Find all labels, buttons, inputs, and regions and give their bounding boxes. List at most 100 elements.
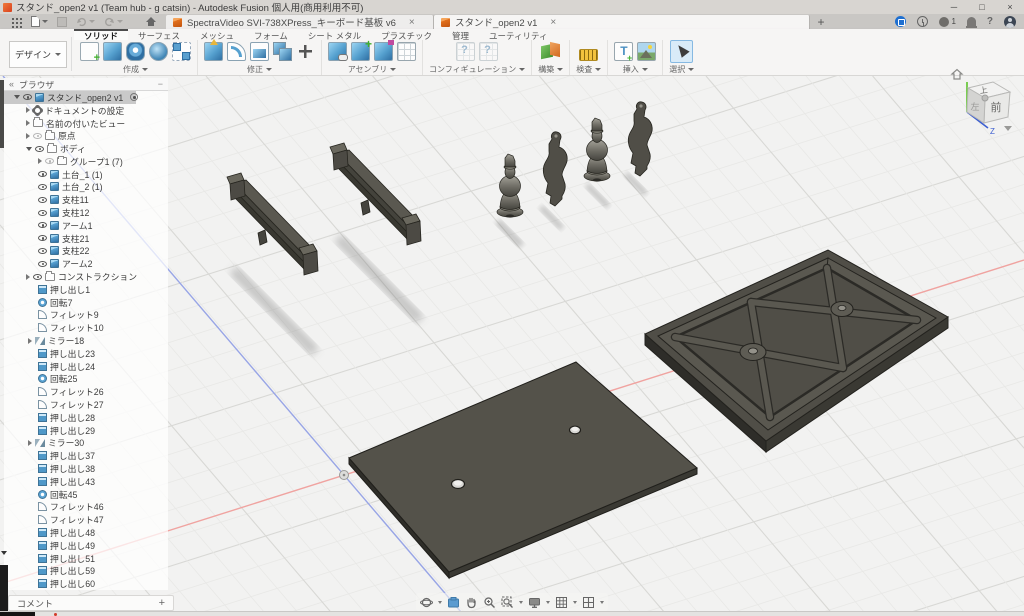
viewports-caret[interactable] xyxy=(600,601,604,604)
display-settings-icon[interactable] xyxy=(528,596,541,609)
visibility-eye-icon[interactable] xyxy=(38,184,47,190)
add-comment-button[interactable]: + xyxy=(159,597,165,609)
folder-icon[interactable] xyxy=(47,145,57,153)
feature-row[interactable]: 押し出し59 xyxy=(4,564,168,577)
extrude-icon[interactable] xyxy=(38,554,47,563)
body-icon[interactable] xyxy=(50,259,59,268)
comment-bar[interactable]: コメント + xyxy=(8,595,174,611)
visibility-eye-icon[interactable] xyxy=(33,274,42,280)
extrude-icon[interactable] xyxy=(38,349,47,358)
grid-caret[interactable] xyxy=(573,601,577,604)
extrude-icon[interactable] xyxy=(38,579,47,588)
feature-row[interactable]: フィレット10 xyxy=(4,321,168,334)
expander-icon[interactable] xyxy=(26,147,32,151)
extrude-icon[interactable] xyxy=(38,528,47,537)
expander-icon[interactable] xyxy=(14,95,20,99)
extrude-icon[interactable] xyxy=(38,285,47,294)
revolve-icon[interactable] xyxy=(38,374,47,383)
viewcube-corner[interactable] xyxy=(982,95,988,101)
feature-row[interactable]: 押し出し60 xyxy=(4,577,168,590)
extrude-icon[interactable] xyxy=(38,413,47,422)
component-icon[interactable] xyxy=(35,93,44,102)
tree-row[interactable]: コンストラクション xyxy=(4,270,168,283)
body-icon[interactable] xyxy=(50,234,59,243)
body-icon[interactable] xyxy=(50,208,59,217)
expander-icon[interactable] xyxy=(26,107,30,113)
tree-row[interactable]: グループ1 (7) xyxy=(4,155,168,168)
expander-icon[interactable] xyxy=(28,338,32,344)
visibility-eye-icon[interactable] xyxy=(33,133,42,139)
fillet-icon[interactable] xyxy=(38,310,47,319)
feature-row[interactable]: 回転25 xyxy=(4,373,168,386)
visibility-eye-icon[interactable] xyxy=(38,171,47,177)
extrude-icon[interactable] xyxy=(38,426,47,435)
body-icon[interactable] xyxy=(50,246,59,255)
expander-icon[interactable] xyxy=(28,440,32,446)
tree-row[interactable]: 土台_2 (1) xyxy=(4,181,168,194)
feature-row[interactable]: 押し出し23 xyxy=(4,347,168,360)
visibility-eye-icon[interactable] xyxy=(38,235,47,241)
extrude-icon[interactable] xyxy=(38,464,47,473)
feature-row[interactable]: 押し出し24 xyxy=(4,360,168,373)
visibility-eye-icon[interactable] xyxy=(45,158,54,164)
tree-row[interactable]: 原点 xyxy=(4,129,168,142)
grid-layout-icon[interactable] xyxy=(555,596,568,609)
feature-row[interactable]: 押し出し51 xyxy=(4,552,168,565)
tree-row[interactable]: 支柱21 xyxy=(4,232,168,245)
tree-row[interactable]: 土台_1 (1) xyxy=(4,168,168,181)
feature-row[interactable]: 押し出し29 xyxy=(4,424,168,437)
tree-row[interactable]: ボディ xyxy=(4,142,168,155)
folder-icon[interactable] xyxy=(33,119,43,127)
feature-row[interactable]: 押し出し43 xyxy=(4,475,168,488)
feature-row[interactable]: 押し出し48 xyxy=(4,526,168,539)
visibility-eye-icon[interactable] xyxy=(38,222,47,228)
timeline-collapse-caret[interactable] xyxy=(1,551,7,555)
feature-row[interactable]: ミラー30 xyxy=(4,437,168,450)
feature-row[interactable]: 押し出し1 xyxy=(4,283,168,296)
tree-row[interactable]: 支柱12 xyxy=(4,206,168,219)
folder-icon[interactable] xyxy=(45,273,55,281)
mirror-icon[interactable] xyxy=(35,439,45,447)
expander-icon[interactable] xyxy=(26,120,30,126)
collapse-panel-icon[interactable]: « xyxy=(9,79,14,89)
viewcube[interactable]: Z 上 前 左 xyxy=(946,66,1022,148)
feature-row[interactable]: ミラー18 xyxy=(4,334,168,347)
revolve-icon[interactable] xyxy=(38,490,47,499)
gear-icon[interactable] xyxy=(33,106,42,115)
body-icon[interactable] xyxy=(50,182,59,191)
fillet-icon[interactable] xyxy=(38,400,47,409)
expander-icon[interactable] xyxy=(26,133,30,139)
body-icon[interactable] xyxy=(50,170,59,179)
tree-row[interactable]: ドキュメントの設定 xyxy=(4,104,168,117)
feature-row[interactable]: フィレット47 xyxy=(4,513,168,526)
visibility-eye-icon[interactable] xyxy=(38,261,47,267)
extrude-icon[interactable] xyxy=(38,541,47,550)
fit-caret[interactable] xyxy=(519,601,523,604)
feature-row[interactable]: 押し出し28 xyxy=(4,411,168,424)
tree-row[interactable]: アーム1 xyxy=(4,219,168,232)
tree-row[interactable]: 支柱22 xyxy=(4,245,168,258)
feature-row[interactable]: 押し出し49 xyxy=(4,539,168,552)
tree-row[interactable]: アーム2 xyxy=(4,257,168,270)
folder-icon[interactable] xyxy=(57,157,67,165)
folder-icon[interactable] xyxy=(45,132,55,140)
extrude-icon[interactable] xyxy=(38,566,47,575)
feature-row[interactable]: フィレット27 xyxy=(4,398,168,411)
fillet-icon[interactable] xyxy=(38,387,47,396)
feature-row[interactable]: フィレット46 xyxy=(4,501,168,514)
zoom-icon[interactable] xyxy=(483,596,496,609)
extrude-icon[interactable] xyxy=(38,362,47,371)
feature-row[interactable]: 回転7 xyxy=(4,296,168,309)
feature-row[interactable]: フィレット26 xyxy=(4,385,168,398)
feature-row[interactable]: 回転45 xyxy=(4,488,168,501)
look-at-icon[interactable] xyxy=(447,596,460,609)
extrude-icon[interactable] xyxy=(38,451,47,460)
expander-icon[interactable] xyxy=(26,274,30,280)
visibility-eye-icon[interactable] xyxy=(23,94,32,100)
fillet-icon[interactable] xyxy=(38,515,47,524)
browser-header[interactable]: « ブラウザ − xyxy=(4,78,168,91)
visibility-eye-icon[interactable] xyxy=(38,197,47,203)
fillet-icon[interactable] xyxy=(38,323,47,332)
visibility-eye-icon[interactable] xyxy=(35,146,44,152)
panel-minimize-icon[interactable]: − xyxy=(158,79,163,89)
